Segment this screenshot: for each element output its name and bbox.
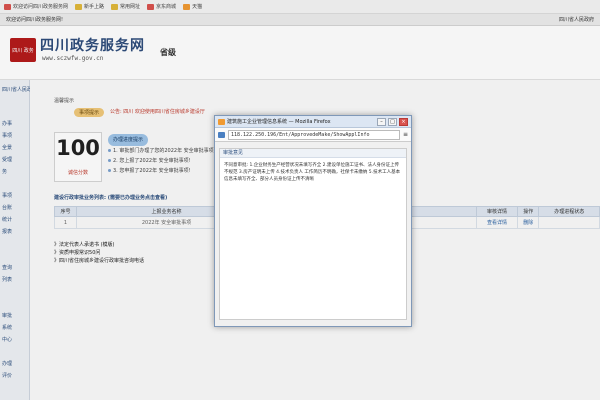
review-opinion-title: 审批意见 — [220, 149, 406, 158]
review-opinion-text: 不同意审批: 1.企业财务生产经营状况未填写齐全 2.建设单位施工证书、法人身份… — [224, 163, 401, 182]
popup-content: 审批意见 不同意审批: 1.企业财务生产经营状况未填写齐全 2.建设单位施工证书… — [219, 148, 407, 320]
firefox-icon — [218, 118, 225, 125]
menu-icon[interactable]: ≡ — [403, 131, 408, 138]
close-icon[interactable]: × — [399, 117, 408, 126]
minimize-icon[interactable]: – — [377, 117, 386, 126]
popup-url-bar: 118.122.250.196/Ent/ApprovedeMake/ShowAp… — [215, 128, 411, 142]
firefox-popup-window: 建筑施工企业管理信息系统 — Mozilla Firefox – □ × 118… — [214, 115, 412, 327]
maximize-icon[interactable]: □ — [388, 117, 397, 126]
popup-window-title: 建筑施工企业管理信息系统 — Mozilla Firefox — [227, 119, 331, 125]
site-info-icon[interactable] — [218, 131, 225, 138]
popup-titlebar[interactable]: 建筑施工企业管理信息系统 — Mozilla Firefox – □ × — [215, 116, 411, 128]
popup-url-input[interactable]: 118.122.250.196/Ent/ApprovedeMake/ShowAp… — [228, 129, 400, 140]
